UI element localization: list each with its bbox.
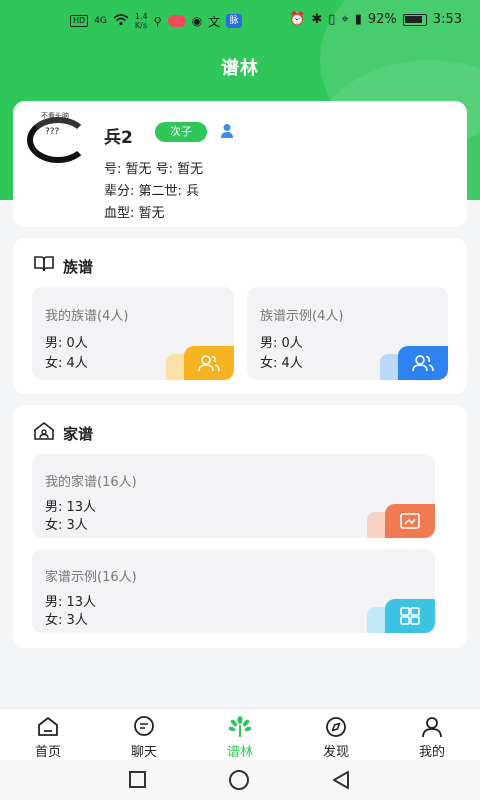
card-title: 我的族谱(4人) — [45, 309, 129, 324]
network-label: 4G — [94, 16, 107, 26]
tab-label: 首页 — [34, 745, 61, 760]
wifi-icon — [113, 13, 129, 29]
home-button[interactable] — [229, 770, 249, 790]
my-jiapu-card[interactable]: 我的家谱(16人) 男: 13人 女: 3人 — [32, 454, 435, 538]
avatar-caption: 不看头脑 — [41, 112, 69, 120]
house-icon — [33, 421, 55, 445]
status-bar: HD 4G 1.4 K/s ⚲ ◉ 文 脉 ⏰ ✱ ▯ ⌖ ▮ 92% 3:53 — [0, 0, 480, 42]
vibrate-icon: ▯ — [328, 12, 336, 27]
female-count: 女: 3人 — [45, 518, 88, 533]
app-notification-icon — [167, 15, 186, 27]
card-title: 我的家谱(16人) — [45, 475, 137, 490]
zupu-header: 族谱 — [33, 255, 93, 277]
album-icon — [385, 504, 435, 538]
profile-alias: 号: 暂无 号: 暂无 — [104, 162, 204, 177]
female-count: 女: 4人 — [260, 356, 303, 371]
tree-icon — [200, 715, 280, 739]
tab-pulin[interactable]: 谱林 — [200, 715, 280, 760]
jiapu-section: 家谱 我的家谱(16人) 男: 13人 女: 3人 家谱示例(16人) 男: 1… — [13, 405, 467, 648]
back-button[interactable] — [331, 770, 351, 794]
people-icon — [398, 346, 448, 380]
status-right: ⏰ ✱ ▯ ⌖ ▮ 92% 3:53 — [289, 12, 462, 27]
grid-icon — [385, 599, 435, 633]
tab-discover[interactable]: 发现 — [296, 715, 376, 760]
status-left: HD 4G 1.4 K/s ⚲ ◉ 文 脉 — [70, 12, 243, 30]
profile-name: 兵2 — [104, 128, 133, 148]
card-title: 家谱示例(16人) — [45, 570, 137, 585]
home-icon — [8, 715, 88, 739]
tab-label: 聊天 — [130, 745, 157, 760]
signal-icon: ▮ — [354, 12, 362, 27]
user-icon — [392, 715, 472, 739]
clock: 3:53 — [432, 12, 462, 27]
section-title: 族谱 — [63, 257, 94, 276]
battery-percent: 92% — [367, 12, 397, 27]
zupu-example-card[interactable]: 族谱示例(4人) 男: 0人 女: 4人 — [247, 287, 448, 380]
tab-label: 谱林 — [226, 745, 253, 760]
male-count: 男: 13人 — [45, 500, 97, 515]
people-icon — [184, 346, 234, 380]
tab-chat[interactable]: 聊天 — [104, 715, 184, 760]
page-title: 谱林 — [221, 58, 259, 79]
tab-label: 发现 — [322, 745, 349, 760]
translate-icon: 文 — [208, 14, 221, 29]
usb-icon: ⚲ — [153, 14, 162, 28]
maimai-icon: 脉 — [226, 14, 243, 28]
system-nav-bar — [0, 760, 480, 800]
net-speed: 1.4 K/s — [134, 12, 148, 30]
jiapu-example-card[interactable]: 家谱示例(16人) 男: 13人 女: 3人 — [32, 549, 435, 633]
book-icon — [33, 255, 55, 277]
recents-button[interactable] — [129, 771, 146, 788]
location-icon: ⌖ — [341, 12, 349, 27]
avatar-mark: ??? — [45, 127, 60, 137]
jiapu-header: 家谱 — [33, 421, 93, 445]
rank-badge: 次子 — [155, 122, 207, 142]
tab-label: 我的 — [418, 745, 445, 760]
hd-icon: HD — [70, 15, 89, 27]
tab-home[interactable]: 首页 — [8, 715, 88, 760]
avatar[interactable]: 不看头脑 ??? — [25, 111, 91, 165]
bluetooth-icon: ✱ — [311, 12, 323, 27]
alarm-icon: ⏰ — [289, 12, 306, 27]
male-count: 男: 13人 — [45, 595, 97, 610]
compass-icon — [296, 715, 376, 739]
section-title: 家谱 — [63, 424, 94, 443]
my-zupu-card[interactable]: 我的族谱(4人) 男: 0人 女: 4人 — [32, 287, 234, 380]
chat-icon — [104, 715, 184, 739]
male-count: 男: 0人 — [260, 336, 303, 351]
profile-generation: 辈分: 第二世: 兵 — [104, 184, 200, 199]
zupu-section: 族谱 我的族谱(4人) 男: 0人 女: 4人 族谱示例(4人) 男: 0人 女… — [13, 238, 467, 394]
battery-icon — [402, 13, 427, 26]
person-icon[interactable] — [220, 123, 234, 139]
card-title: 族谱示例(4人) — [260, 309, 344, 324]
tab-mine[interactable]: 我的 — [392, 715, 472, 760]
bottom-tab-bar: 首页 聊天 谱林 发现 我的 — [0, 708, 480, 760]
wechat-icon: ◉ — [191, 14, 203, 28]
profile-card[interactable]: 不看头脑 ??? 兵2 次子 号: 暂无 号: 暂无 辈分: 第二世: 兵 血型… — [13, 101, 467, 227]
profile-blood-type: 血型: 暂无 — [104, 206, 165, 221]
female-count: 女: 3人 — [45, 613, 88, 628]
male-count: 男: 0人 — [45, 336, 88, 351]
female-count: 女: 4人 — [45, 356, 88, 371]
